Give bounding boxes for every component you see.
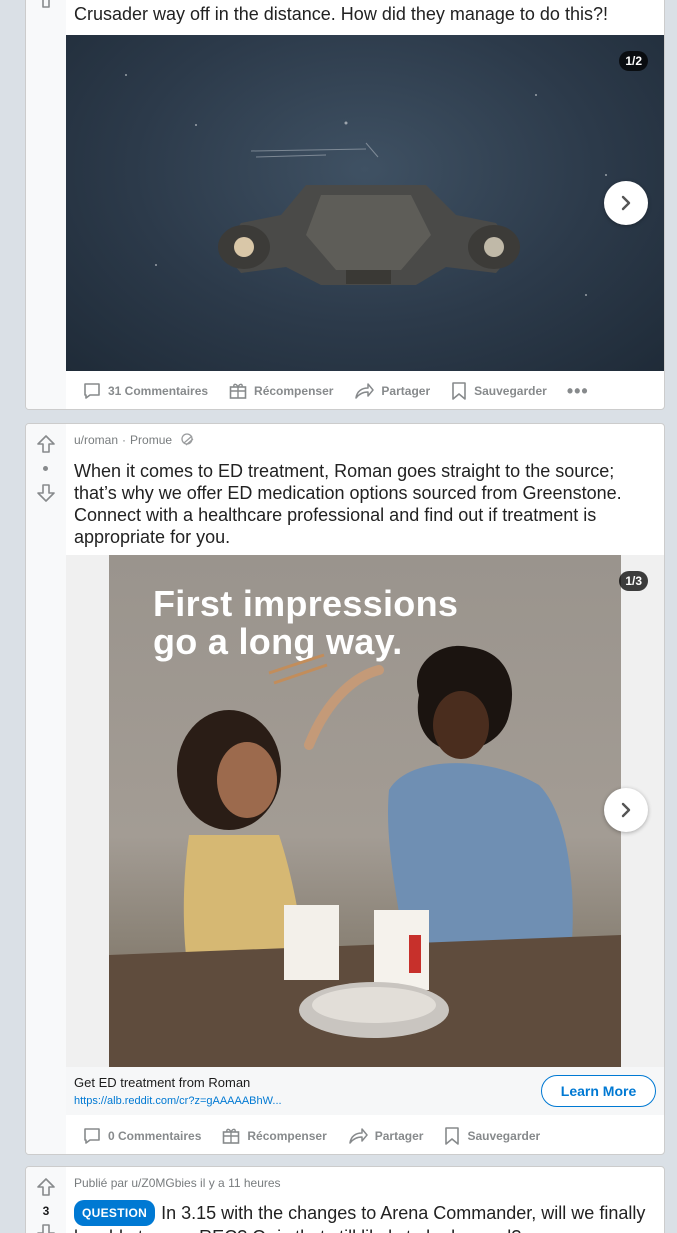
bookmark-icon: [445, 1127, 460, 1145]
post-meta: u/roman · Promue: [66, 430, 204, 450]
gallery-next-button[interactable]: [604, 788, 648, 832]
comment-icon: [84, 1128, 100, 1144]
vote-column: 3: [26, 1167, 66, 1233]
share-label: Partager: [374, 1129, 424, 1143]
downvote-icon: [37, 484, 55, 502]
share-icon: [355, 383, 375, 399]
share-icon: [349, 1128, 368, 1144]
gallery-counter: 1/2: [619, 51, 648, 71]
learn-more-button[interactable]: Learn More: [541, 1075, 656, 1107]
post-actions: 31 Commentaires Récompenser Partager Sau…: [66, 371, 664, 409]
spaceship-image: [125, 74, 607, 296]
post-content: u/roman · Promue When it comes to ED tre…: [66, 424, 664, 1154]
award-button[interactable]: Récompenser: [220, 375, 341, 407]
comment-icon: [84, 383, 100, 399]
downvote-icon: [37, 1224, 55, 1233]
award-label: Récompenser: [254, 384, 334, 398]
ad-headline[interactable]: Get ED treatment from Roman: [74, 1075, 250, 1090]
promoted-label: Promue: [130, 433, 173, 447]
award-button[interactable]: Récompenser: [213, 1120, 334, 1152]
downvote-button[interactable]: [34, 481, 58, 505]
vote-column: [26, 0, 66, 409]
meta-separator: ·: [122, 433, 127, 447]
ad-image-gallery[interactable]: First impressions go a long way. 1/3: [66, 555, 664, 1067]
ad-link-footer[interactable]: Get ED treatment from Roman https://alb.…: [66, 1067, 664, 1115]
save-label: Sauvegarder: [467, 1129, 541, 1143]
comments-label: 0 Commentaires: [108, 1129, 202, 1143]
upvote-icon: [42, 0, 50, 8]
gift-icon: [223, 1128, 240, 1144]
post-title-text: In 3.15 with the changes to Arena Comman…: [74, 1203, 646, 1233]
gallery-next-button[interactable]: [604, 181, 648, 225]
post-image-gallery[interactable]: 1/2: [66, 35, 664, 371]
comments-label: 31 Commentaires: [108, 384, 209, 398]
upvote-icon: [37, 1178, 55, 1196]
save-button[interactable]: Sauvegarder: [435, 1120, 548, 1152]
award-label: Récompenser: [247, 1129, 327, 1143]
vote-count: 3: [42, 1204, 50, 1218]
ad-photo-illustration: [109, 645, 621, 1067]
post-content: Crusader way off in the distance. How di…: [66, 0, 664, 409]
save-label: Sauvegarder: [474, 384, 547, 398]
upvote-button[interactable]: [34, 0, 58, 11]
comments-button[interactable]: 31 Commentaires: [74, 375, 216, 407]
post-title[interactable]: QUESTION In 3.15 with the changes to Aren…: [66, 1200, 664, 1233]
vote-column: [26, 424, 66, 1154]
ad-image: First impressions go a long way.: [109, 555, 621, 1067]
post-card[interactable]: Crusader way off in the distance. How di…: [25, 0, 665, 410]
upvote-button[interactable]: [34, 432, 58, 456]
chevron-right-icon: [621, 195, 631, 211]
post-meta: Publié par u/Z0MGbies il y a 11 heures: [74, 1176, 281, 1190]
bookmark-icon: [452, 382, 466, 400]
gift-icon: [229, 383, 247, 399]
comments-button[interactable]: 0 Commentaires: [74, 1120, 209, 1152]
chevron-right-icon: [621, 802, 631, 818]
author-link[interactable]: u/roman: [74, 433, 118, 447]
post-flair[interactable]: QUESTION: [74, 1200, 156, 1226]
gallery-counter: 1/3: [619, 571, 648, 591]
upvote-button[interactable]: [34, 1175, 58, 1199]
promoted-post-card[interactable]: u/roman · Promue When it comes to ED tre…: [25, 423, 665, 1155]
post-actions: 0 Commentaires Récompenser Partager Sauv…: [66, 1116, 664, 1154]
ad-url-link[interactable]: https://alb.reddit.com/cr?z=gAAAAABhW...: [74, 1095, 314, 1107]
share-label: Partager: [381, 384, 431, 398]
post-card[interactable]: 3 Publié par u/Z0MGbies il y a 11 heures…: [25, 1166, 665, 1233]
post-content: Publié par u/Z0MGbies il y a 11 heures Q…: [66, 1167, 664, 1233]
more-options-button[interactable]: •••: [559, 375, 597, 407]
share-button[interactable]: Partager: [339, 1120, 432, 1152]
post-title[interactable]: When it comes to ED treatment, Roman goe…: [66, 460, 664, 548]
vote-dot: [43, 466, 48, 471]
promoted-icon: [181, 433, 194, 446]
downvote-button[interactable]: [34, 1221, 58, 1233]
share-button[interactable]: Partager: [345, 375, 438, 407]
save-button[interactable]: Sauvegarder: [442, 375, 555, 407]
upvote-icon: [37, 435, 55, 453]
post-title[interactable]: Crusader way off in the distance. How di…: [66, 3, 616, 25]
